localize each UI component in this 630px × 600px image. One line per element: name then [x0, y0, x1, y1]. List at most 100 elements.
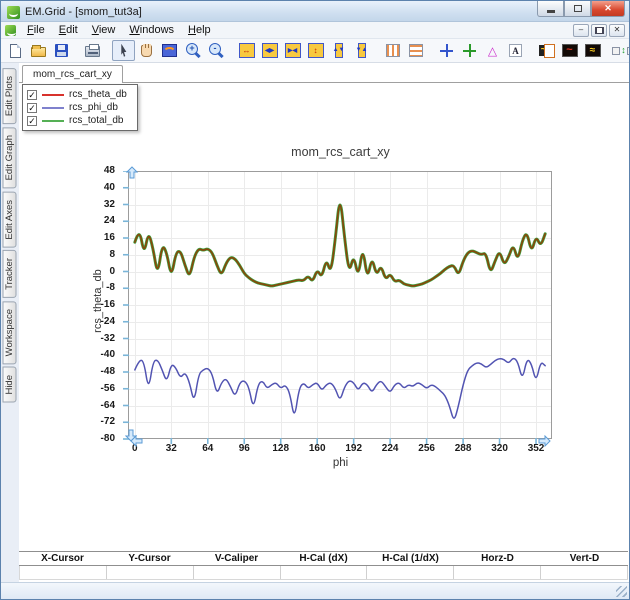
compress-horizontal-button[interactable]: ▶◀: [281, 40, 304, 61]
fit-width-button[interactable]: ↔: [235, 40, 258, 61]
annotation-text-button[interactable]: A: [504, 40, 527, 61]
mdi-restore-button[interactable]: [591, 24, 607, 37]
cursor-value-cell[interactable]: [454, 566, 541, 579]
caliper-triangle-icon: △: [488, 45, 497, 57]
copy-plot-button[interactable]: [535, 40, 558, 61]
cursor-value-cell[interactable]: [541, 566, 628, 579]
v-caliper-pair-icon: ↕: [612, 45, 629, 57]
maximize-button[interactable]: [564, 1, 591, 17]
legend-label: rcs_theta_db: [69, 89, 127, 100]
mdi-minimize-button[interactable]: –: [573, 24, 589, 37]
y-tick-label: 24: [81, 215, 115, 226]
sidebar-item-tracker[interactable]: Tracker: [3, 250, 17, 298]
cursor-col-vert-d: Vert-D: [541, 552, 628, 565]
pointer-select-icon: [118, 44, 129, 58]
menu-help[interactable]: Help: [181, 23, 218, 37]
menu-edit[interactable]: Edit: [52, 23, 85, 37]
legend-checkbox-rcs_total_db[interactable]: ✓: [27, 116, 37, 126]
y-tick-label: -8: [81, 282, 115, 293]
child-window-icon[interactable]: [5, 25, 16, 36]
sidebar-tabs: Edit Plots Edit Graph Edit Axes Tracker Work…: [1, 63, 19, 582]
minimize-button[interactable]: [537, 1, 564, 17]
open-file-button[interactable]: [27, 40, 50, 61]
title-bar[interactable]: EM.Grid - [smom_tut3a] ✕: [1, 1, 629, 22]
cursor-col-x-cursor: X-Cursor: [19, 552, 106, 565]
save-file-icon: [55, 44, 68, 57]
app-window: EM.Grid - [smom_tut3a] ✕ FileEditViewWin…: [0, 0, 630, 600]
x-tick-label: 256: [410, 443, 444, 454]
pan-right-arrow[interactable]: [538, 435, 551, 447]
legend-item-rcs_phi_db: ✓rcs_phi_db: [27, 101, 127, 114]
expand-horizontal-button[interactable]: ◀▶: [258, 40, 281, 61]
compress-horizontal-icon: ▶◀: [285, 43, 301, 58]
y-tick-label: 40: [81, 182, 115, 193]
pan-left-arrow[interactable]: [130, 435, 143, 447]
y-tick-label: -40: [81, 349, 115, 360]
sidebar-item-edit-graph[interactable]: Edit Graph: [3, 127, 17, 188]
legend-line-swatch: [42, 120, 64, 122]
mdi-window-controls: – ✕: [573, 24, 625, 37]
menu-view[interactable]: View: [85, 23, 123, 37]
close-button[interactable]: ✕: [591, 1, 625, 17]
fit-width-icon: ↔: [239, 43, 255, 58]
dark-plot-red-button[interactable]: ~: [558, 40, 581, 61]
cursor-table-row[interactable]: [19, 566, 628, 580]
zoom-in-button[interactable]: [181, 40, 204, 61]
x-axis-label: phi: [128, 457, 553, 469]
plot-content: ✓rcs_theta_db✓rcs_phi_db✓rcs_total_db mo…: [19, 83, 629, 582]
crosshair-button[interactable]: [435, 40, 458, 61]
v-caliper-pair-button[interactable]: ↕: [612, 40, 629, 61]
expand-vertical-button[interactable]: ▲▼: [327, 40, 350, 61]
legend-line-swatch: [42, 107, 64, 109]
tab-mom-rcs-cart-xy[interactable]: mom_rcs_cart_xy: [22, 65, 123, 83]
sidebar-item-workspace[interactable]: Workspace: [3, 301, 17, 364]
cursor-value-cell[interactable]: [107, 566, 194, 579]
pan-up-arrow[interactable]: [126, 166, 138, 179]
y-tick-label: 32: [81, 199, 115, 210]
cursor-value-cell[interactable]: [367, 566, 454, 579]
caliper-triangle-button[interactable]: △: [481, 40, 504, 61]
print-button[interactable]: [81, 40, 104, 61]
pan-hand-button[interactable]: [135, 40, 158, 61]
y-tick-label: 8: [81, 249, 115, 260]
menu-windows[interactable]: Windows: [122, 23, 181, 37]
cursor-col-horz-d: Horz-D: [454, 552, 541, 565]
save-file-button[interactable]: [50, 40, 73, 61]
legend-checkbox-rcs_theta_db[interactable]: ✓: [27, 90, 37, 100]
expand-horizontal-icon: ◀▶: [262, 43, 278, 58]
plot-overview-button[interactable]: [158, 40, 181, 61]
new-document-button[interactable]: [4, 40, 27, 61]
cursor-value-cell[interactable]: [194, 566, 281, 579]
y-tick-label: 16: [81, 232, 115, 243]
x-tick-label: 64: [191, 443, 225, 454]
sidebar-item-edit-plots[interactable]: Edit Plots: [3, 68, 17, 124]
cursor-value-cell[interactable]: [20, 566, 107, 579]
pan-hand-icon: [141, 45, 152, 57]
minimize-icon: [547, 10, 555, 13]
legend-box: ✓rcs_theta_db✓rcs_phi_db✓rcs_total_db: [22, 84, 138, 131]
x-tick-label: 320: [483, 443, 517, 454]
tracker-axes-button[interactable]: [458, 40, 481, 61]
sidebar-item-edit-axes[interactable]: Edit Axes: [3, 192, 17, 248]
vertical-bars-button[interactable]: [381, 40, 404, 61]
menu-file[interactable]: File: [20, 23, 52, 37]
tracker-axes-icon: [463, 44, 476, 57]
y-tick-label: -48: [81, 366, 115, 377]
vertical-bars-icon: [386, 44, 400, 57]
pointer-select-button[interactable]: [112, 40, 135, 61]
sidebar-item-hide[interactable]: Hide: [3, 367, 17, 403]
horizontal-bars-icon: [409, 44, 423, 57]
y-tick-label: -64: [81, 400, 115, 411]
mdi-close-button[interactable]: ✕: [609, 24, 625, 37]
fit-height-button[interactable]: ↕: [304, 40, 327, 61]
cursor-col-v-caliper: V-Caliper: [193, 552, 280, 565]
plot-canvas[interactable]: [121, 171, 553, 447]
legend-checkbox-rcs_phi_db[interactable]: ✓: [27, 103, 37, 113]
new-document-icon: [10, 44, 21, 58]
horizontal-bars-button[interactable]: [404, 40, 427, 61]
zoom-out-button[interactable]: [204, 40, 227, 61]
cursor-value-cell[interactable]: [281, 566, 368, 579]
cursor-table: X-CursorY-CursorV-CaliperH-Cal (dX)H-Cal…: [19, 551, 628, 580]
dark-plot-yellow-button[interactable]: ≈: [581, 40, 604, 61]
compress-vertical-button[interactable]: ▼▲: [350, 40, 373, 61]
